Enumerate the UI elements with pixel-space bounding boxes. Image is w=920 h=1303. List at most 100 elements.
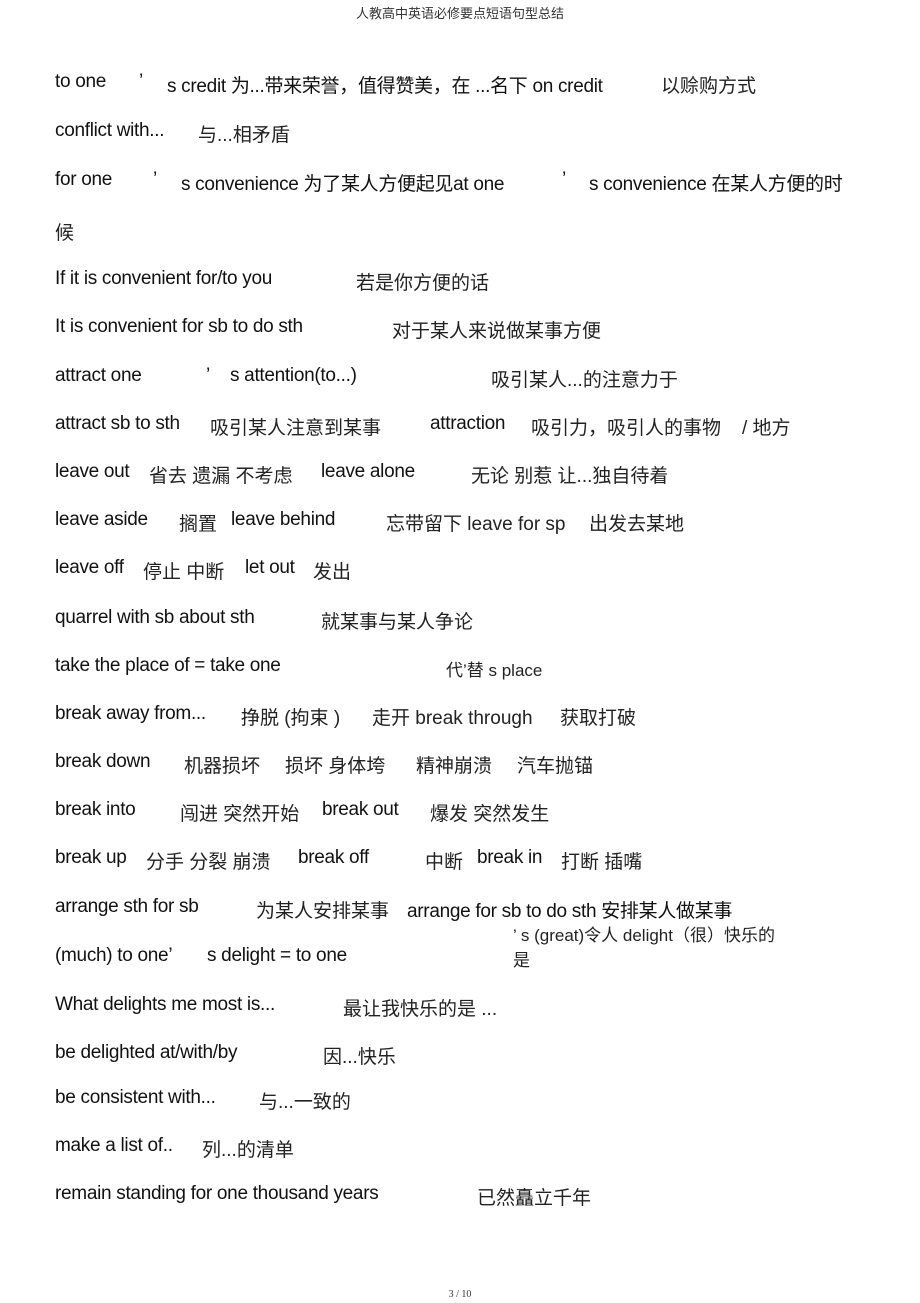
page-header-title: 人教高中英语必修要点短语句型总结 <box>355 6 564 21</box>
phrase-zh: 出发去某地 <box>589 514 685 535</box>
phrase-en: If it is convenient for/to you <box>55 268 273 289</box>
phrase-zh: 若是你方便的话 <box>356 273 490 294</box>
phrase-en: be consistent with... <box>55 1087 216 1108</box>
phrase-line: be delighted at/with/by 因...快乐 <box>0 1042 920 1070</box>
phrase-en: remain standing for one thousand years <box>55 1183 379 1204</box>
phrase-zh: / 地方 <box>742 418 791 439</box>
phrase-text: 忘带留下 leave for sp <box>386 514 566 535</box>
phrase-zh: 以赊购方式 <box>661 76 757 97</box>
apostrophe: ’ <box>153 169 157 190</box>
phrase-zh: 吸引某人...的注意力于 <box>491 370 678 391</box>
phrase-zh: 挣脱 (拘束 ) <box>241 708 341 729</box>
phrase-en: s delight = to one <box>207 945 347 966</box>
phrase-zh: 最让我快乐的是 ... <box>343 999 498 1020</box>
phrase-zh: 搁置 <box>179 514 218 535</box>
phrase-zh: 爆发 突然发生 <box>430 804 550 825</box>
phrase-line: for one ’ s convenience 为了某人方便起见at one ’… <box>0 169 920 197</box>
phrase-en: be delighted at/with/by <box>55 1042 238 1063</box>
phrase-text: 走开 break through <box>372 708 533 729</box>
phrase-zh: 精神崩溃 <box>416 756 493 777</box>
phrase-en: break off <box>298 847 369 868</box>
phrase-zh: 就某事与某人争论 <box>321 612 474 633</box>
phrase-line: It is convenient for sb to do sth 对于某人来说… <box>0 316 920 344</box>
phrase-line: (much) to one’ s delight = to one 是 <box>0 945 920 973</box>
phrase-zh: 是 <box>513 951 530 970</box>
phrase-line: take the place of = take one 代’替 s place <box>0 655 920 683</box>
phrase-line: break up 分手 分裂 崩溃 break off 中断 break in … <box>0 847 920 875</box>
phrase-en: It is convenient for sb to do sth <box>55 316 303 337</box>
phrase-en: attract one <box>55 365 142 386</box>
phrase-zh: 吸引某人注意到某事 <box>210 418 382 439</box>
phrase-zh: 无论 别惹 让...独自待着 <box>471 466 669 487</box>
phrase-line: leave out 省去 遗漏 不考虑 leave alone 无论 别惹 让.… <box>0 461 920 489</box>
phrase-en: attract sb to sth <box>55 413 180 434</box>
phrase-text: arrange for sb to do sth 安排某人做某事 <box>407 901 733 922</box>
phrase-zh: 因...快乐 <box>323 1047 396 1068</box>
phrase-line: make a list of.. 列...的清单 <box>0 1135 920 1163</box>
phrase-line: quarrel with sb about sth 就某事与某人争论 <box>0 607 920 635</box>
phrase-zh: 损坏 身体垮 <box>285 756 386 777</box>
phrase-en: break away from... <box>55 703 206 724</box>
phrase-line: leave off 停止 中断 let out 发出 <box>0 557 920 585</box>
phrase-zh: 已然矗立千年 <box>477 1188 592 1209</box>
phrase-en: conflict with... <box>55 120 165 141</box>
phrase-line: leave aside 搁置 leave behind 忘带留下 leave f… <box>0 509 920 537</box>
apostrophe: ’ <box>206 365 210 386</box>
phrase-zh: 中断 <box>425 852 464 873</box>
phrase-en: leave off <box>55 557 124 578</box>
phrase-zh: 为某人安排某事 <box>256 901 390 922</box>
phrase-en: quarrel with sb about sth <box>55 607 255 628</box>
phrase-en: break in <box>477 847 543 868</box>
phrase-en: break down <box>55 751 151 772</box>
phrase-line: conflict with... 与...相矛盾 <box>0 120 920 148</box>
phrase-en: break into <box>55 799 136 820</box>
phrase-zh: 获取打破 <box>560 708 637 729</box>
phrase-en: take the place of = take one <box>55 655 281 676</box>
phrase-line: attract one ’ s attention(to...) 吸引某人...… <box>0 365 920 393</box>
phrase-text: s attention(to...) <box>230 365 357 386</box>
phrase-zh: 与...相矛盾 <box>198 125 290 146</box>
phrase-zh: 吸引力，吸引人的事物 <box>531 418 722 439</box>
phrase-en: leave alone <box>321 461 415 482</box>
phrase-line: What delights me most is... 最让我快乐的是 ... <box>0 994 920 1022</box>
phrase-en: What delights me most is... <box>55 994 275 1015</box>
phrase-en: (much) to one’ <box>55 945 173 966</box>
phrase-line: break down 机器损坏 损坏 身体垮 精神崩溃 汽车抛锚 <box>0 751 920 779</box>
phrase-en: to one <box>55 71 107 92</box>
phrase-zh: 候 <box>55 223 75 244</box>
phrase-en: break up <box>55 847 127 868</box>
phrase-zh: 闯进 突然开始 <box>180 804 300 825</box>
phrase-line: break into 闯进 突然开始 break out 爆发 突然发生 <box>0 799 920 827</box>
phrase-zh: 代’替 s place <box>446 661 543 680</box>
phrase-en: for one <box>55 169 113 190</box>
phrase-en: leave aside <box>55 509 148 530</box>
phrase-zh: 对于某人来说做某事方便 <box>392 321 602 342</box>
phrase-en: leave out <box>55 461 130 482</box>
phrase-zh: 打断 插嘴 <box>561 852 643 873</box>
phrase-text: s convenience 为了某人方便起见at one <box>181 174 505 195</box>
phrase-en: let out <box>245 557 295 578</box>
phrase-text: s convenience 在某人方便的时 <box>589 174 843 195</box>
phrase-zh: 发出 <box>313 562 352 583</box>
phrase-zh: 机器损坏 <box>184 756 261 777</box>
phrase-zh: 汽车抛锚 <box>517 756 594 777</box>
phrase-line: remain standing for one thousand years 已… <box>0 1183 920 1211</box>
phrase-zh: 停止 中断 <box>143 562 225 583</box>
phrase-line: be consistent with... 与...一致的 <box>0 1087 920 1115</box>
phrase-line: 候 <box>0 218 920 246</box>
phrase-en: leave behind <box>231 509 336 530</box>
phrase-text: s credit 为...带来荣誉，值得赞美，在 ...名下 on credit <box>167 76 603 97</box>
phrase-line: If it is convenient for/to you 若是你方便的话 <box>0 268 920 296</box>
phrase-en: make a list of.. <box>55 1135 173 1156</box>
phrase-text: ’ s (great)令人 delight（很）快乐的 <box>513 926 775 945</box>
phrase-en: attraction <box>430 413 506 434</box>
phrase-line: break away from... 挣脱 (拘束 ) 走开 break thr… <box>0 703 920 731</box>
apostrophe: ’ <box>139 71 143 92</box>
phrase-line: attract sb to sth 吸引某人注意到某事 attraction 吸… <box>0 413 920 441</box>
phrase-line: to one ’ s credit 为...带来荣誉，值得赞美，在 ...名下 … <box>0 71 920 99</box>
apostrophe: ’ <box>562 169 566 190</box>
phrase-zh: 省去 遗漏 不考虑 <box>149 466 293 487</box>
phrase-zh: 分手 分裂 崩溃 <box>146 852 271 873</box>
page-number: 3 / 10 <box>448 1289 472 1300</box>
phrase-zh: 与...一致的 <box>259 1092 351 1113</box>
